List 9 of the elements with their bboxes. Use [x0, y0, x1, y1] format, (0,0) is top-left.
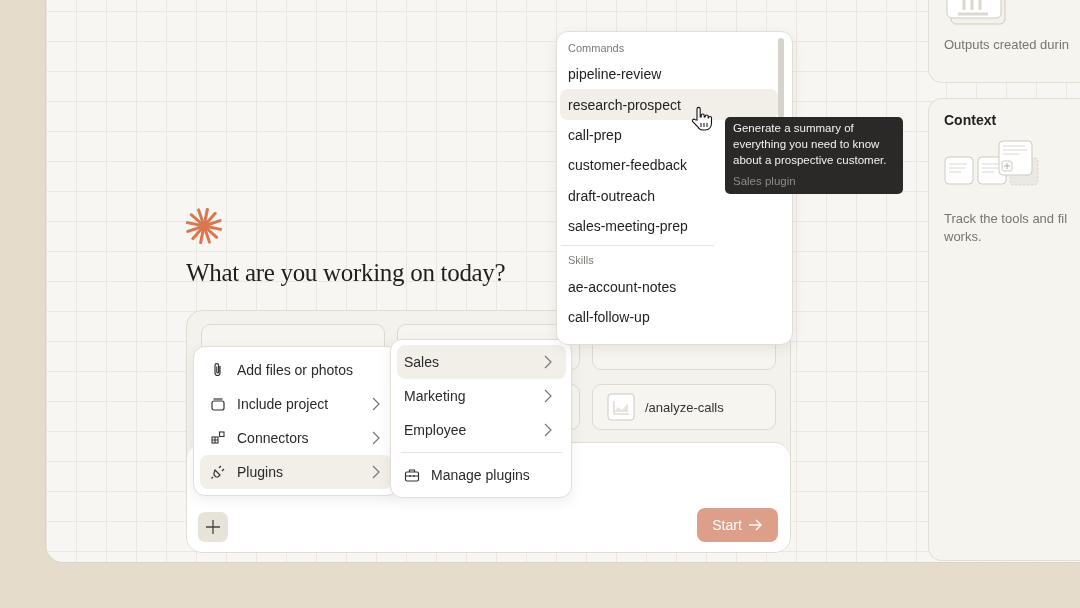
chip-label: /analyze-calls — [645, 399, 724, 415]
card-title: Context — [944, 112, 998, 128]
card-description: Outputs created durin — [944, 36, 1071, 54]
section-header: Commands — [567, 41, 626, 56]
tooltip-source: Sales plugin — [733, 174, 797, 189]
card-description: Track the tools and fil works. — [944, 210, 1069, 246]
page-heading: What are you working on today? — [186, 258, 506, 288]
tooltip-text: Generate a summary of everything you need to know about a prospective customer. — [733, 121, 888, 168]
section-header: Skills — [567, 253, 595, 269]
